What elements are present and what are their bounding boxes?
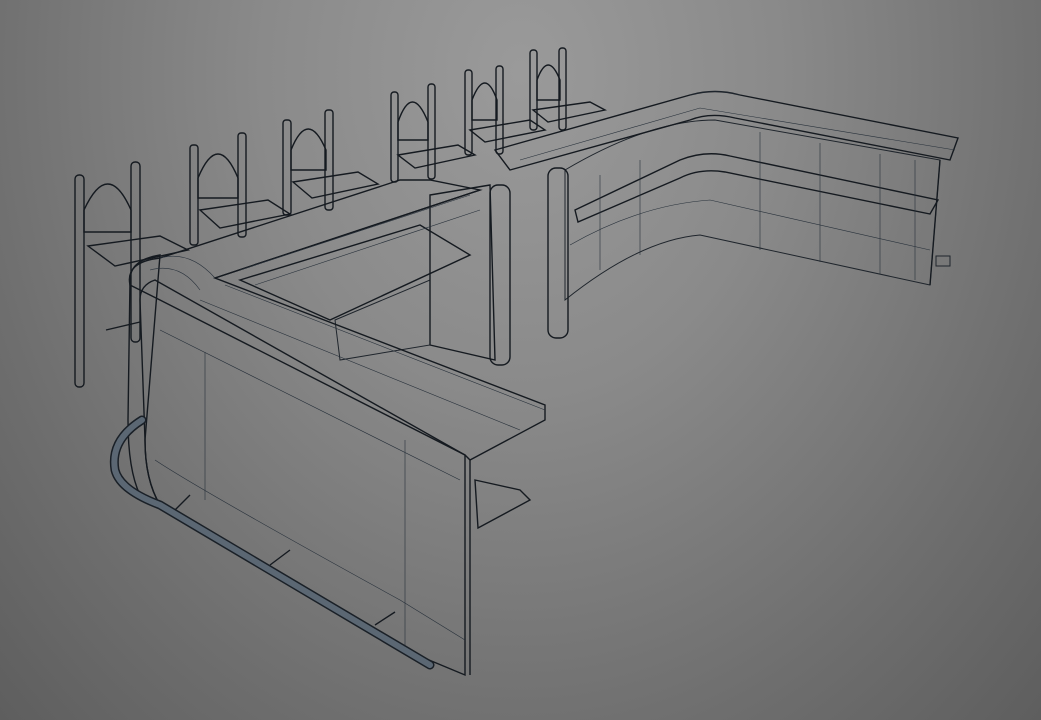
bar-stool[interactable] xyxy=(189,132,292,246)
bar-counter-return[interactable] xyxy=(493,90,959,339)
bar-stool[interactable] xyxy=(529,47,608,131)
wireframe-scene[interactable] xyxy=(0,0,1041,720)
bar-stool[interactable] xyxy=(390,83,477,183)
foot-rail[interactable] xyxy=(109,415,435,670)
bar-stool[interactable] xyxy=(74,161,191,388)
3d-viewport[interactable] xyxy=(0,0,1041,720)
bar-counter-main[interactable] xyxy=(127,179,546,677)
bar-stool[interactable] xyxy=(282,109,380,216)
